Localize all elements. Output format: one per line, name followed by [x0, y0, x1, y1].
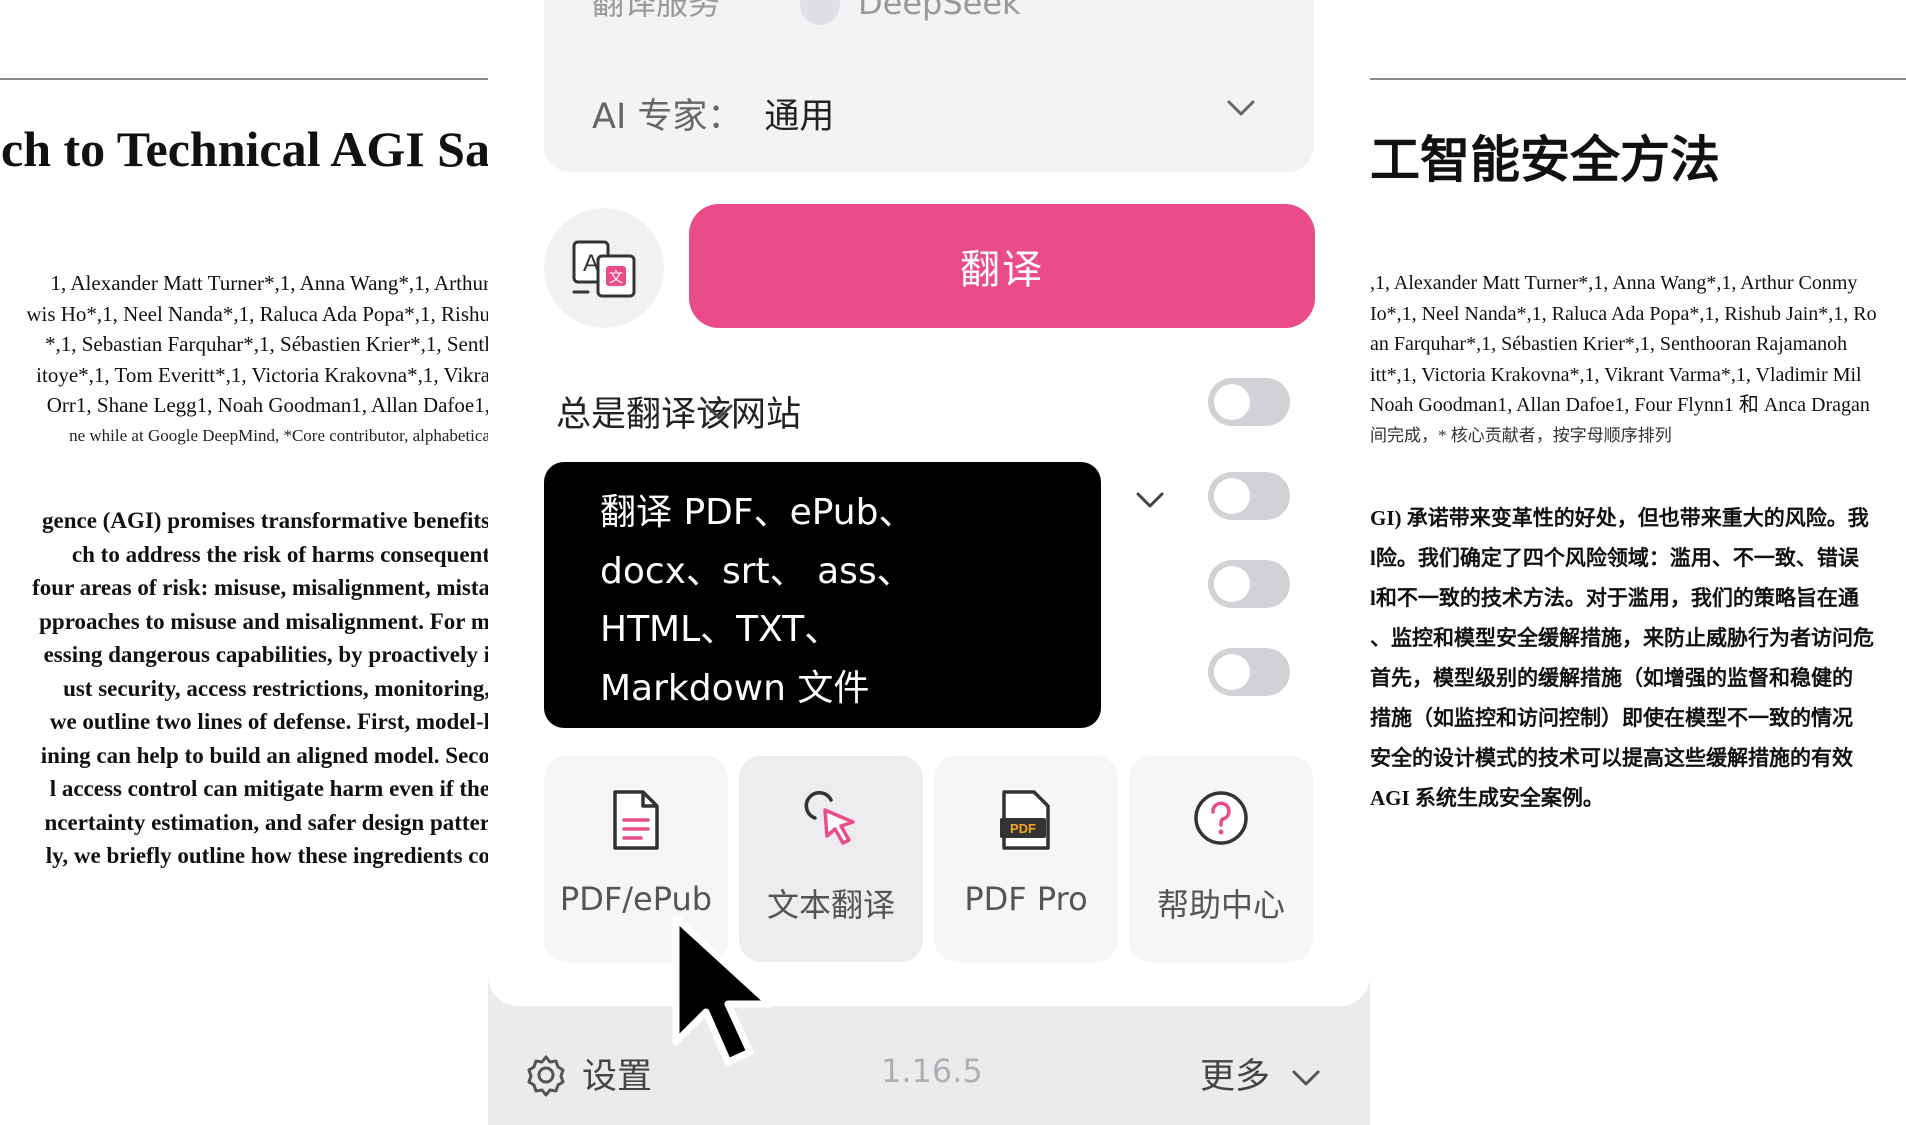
abstract-line: l和不一致的技术方法。对于滥用，我们的策略旨在通: [1370, 586, 1859, 610]
settings-label: 设置: [582, 1057, 653, 1097]
pdf-icon: PDF: [1000, 790, 1050, 850]
service-value: DeepSeek: [858, 0, 1021, 22]
translation-service-row[interactable]: 翻译服务 DeepSeek: [592, 0, 1021, 25]
more-button[interactable]: 更多: [1200, 1048, 1321, 1099]
header-rule: [1370, 78, 1906, 80]
help-center-button[interactable]: 帮助中心: [1129, 756, 1313, 962]
translate-language-icon: A 文: [572, 240, 636, 298]
tooltip-line: HTML、TXT、: [600, 609, 841, 650]
popup-main: 翻译服务 DeepSeek AI 专家： 通用 A 文 翻译 总是翻译该网站 翻…: [488, 0, 1370, 1006]
abstract-line: AGI 系统生成安全案例。: [1370, 786, 1604, 810]
author-line: *,1, Sebastian Farquhar*,1, Sébastien Kr…: [45, 332, 490, 356]
document-left-pane: ch to Technical AGI Sa 1, Alexander Matt…: [0, 0, 490, 1125]
tooltip-line: docx、srt、 ass、: [600, 550, 913, 592]
translator-popup: 翻译服务 DeepSeek AI 专家： 通用 A 文 翻译 总是翻译该网站 翻…: [488, 0, 1370, 1125]
expert-label: AI 专家：: [592, 97, 743, 137]
abstract-line: l access control can mitigate harm even …: [49, 776, 490, 801]
mouse-cursor-icon: [672, 914, 774, 1066]
pdf-pro-button[interactable]: PDF PDF Pro: [934, 756, 1118, 962]
author-line: ,1, Alexander Matt Turner*,1, Anna Wang*…: [1370, 272, 1858, 294]
abstract-line: we outline two lines of defense. First, …: [49, 709, 490, 734]
author-line: Io*,1, Neel Nanda*,1, Raluca Ada Popa*,1…: [1370, 302, 1877, 325]
abstract-line: pproaches to misuse and misalignment. Fo…: [39, 608, 490, 634]
expert-value: 通用: [764, 97, 835, 137]
abstract-line: 措施（如监控和访问控制）即使在模型不一致的情况: [1370, 706, 1853, 730]
translate-button[interactable]: 翻译: [689, 204, 1315, 328]
help-icon: [1194, 791, 1248, 845]
abstract-line: four areas of risk: misuse, misalignment…: [32, 575, 490, 600]
tool-label: PDF Pro: [964, 880, 1088, 918]
author-note: 间完成，* 核心贡献者，按字母顺序排列: [1370, 425, 1672, 445]
always-translate-label: 总是翻译该网站: [556, 395, 802, 435]
abstract-line: 、监控和模型安全缓解措施，来防止威胁行为者访问危: [1370, 626, 1874, 650]
tooltip-line: Markdown 文件: [600, 667, 870, 709]
author-line: wis Ho*,1, Neel Nanda*,1, Raluca Ada Pop…: [26, 301, 490, 326]
svg-text:文: 文: [609, 270, 623, 286]
option-toggle[interactable]: [1208, 560, 1290, 608]
tools-row: PDF/ePub 文本翻译 PDF PDF Pro 帮助中心: [544, 756, 1314, 962]
version-label: 1.16.5: [881, 1052, 983, 1090]
author-list: 1, Alexander Matt Turner*,1, Anna Wang*,…: [26, 268, 490, 451]
author-line: Noah Goodman1, Allan Dafoe1, Four Flynn1…: [1370, 394, 1870, 416]
file-types-tooltip: 翻译 PDF、ePub、 docx、srt、 ass、 HTML、TXT、 Ma…: [544, 462, 1101, 728]
always-translate-select[interactable]: 总是翻译该网站: [556, 386, 801, 437]
author-line: Orr1, Shane Legg1, Noah Goodman1, Allan …: [46, 393, 490, 417]
popup-footer: 设置 1.16.5 更多: [488, 1006, 1370, 1125]
chevron-down-icon[interactable]: [1226, 98, 1256, 118]
abstract-line: ust security, access restrictions, monit…: [63, 675, 490, 701]
author-line: itoye*,1, Tom Everitt*,1, Victoria Krako…: [36, 362, 490, 387]
option-toggle[interactable]: [1208, 472, 1290, 520]
header-rule: [0, 78, 490, 80]
svg-text:PDF: PDF: [1010, 821, 1036, 836]
service-label: 翻译服务: [592, 0, 721, 22]
abstract: gence (AGI) promises transformative bene…: [32, 504, 490, 873]
settings-button[interactable]: 设置: [524, 1048, 652, 1099]
ai-expert-select[interactable]: AI 专家： 通用: [592, 88, 834, 139]
abstract-line: ncertainty estimation, and safer design …: [44, 809, 490, 835]
chevron-down-icon[interactable]: [704, 402, 734, 422]
chevron-down-icon[interactable]: [1135, 490, 1165, 510]
author-line: itt*,1, Victoria Krakovna*,1, Vikrant Va…: [1370, 363, 1862, 386]
abstract-line: essing dangerous capabilities, by proact…: [43, 642, 490, 667]
abstract-line: GI) 承诺带来变革性的好处，但也带来重大的风险。我: [1370, 506, 1869, 530]
paper-title: ch to Technical AGI Sa: [1, 121, 490, 177]
translated-title: 工智能安全方法: [1370, 132, 1720, 188]
more-label: 更多: [1200, 1057, 1271, 1097]
author-list: ,1, Alexander Matt Turner*,1, Anna Wang*…: [1370, 268, 1877, 451]
document-icon: [613, 790, 659, 850]
tool-label: 帮助中心: [1156, 886, 1285, 924]
abstract-line: ining can help to build an aligned model…: [40, 742, 490, 768]
author-note: ne while at Google DeepMind, *Core contr…: [69, 425, 490, 445]
option-toggle[interactable]: [1208, 648, 1290, 696]
abstract-line: 首先，模型级别的缓解措施（如增强的监督和稳健的: [1370, 666, 1853, 690]
abstract-line: ch to address the risk of harms conseque…: [71, 541, 490, 567]
abstract-line: l险。我们确定了四个风险领域：滥用、不一致、错误: [1370, 546, 1859, 570]
abstract-line: ly, we briefly outline how these ingredi…: [45, 843, 490, 868]
settings-card: 翻译服务 DeepSeek AI 专家： 通用: [544, 0, 1314, 172]
always-translate-toggle[interactable]: [1208, 378, 1290, 426]
tooltip-line: 翻译 PDF、ePub、: [600, 492, 915, 533]
author-line: 1, Alexander Matt Turner*,1, Anna Wang*,…: [50, 271, 490, 295]
abstract-line: gence (AGI) promises transformative bene…: [42, 508, 490, 533]
gear-icon: [527, 1055, 565, 1097]
author-line: an Farquhar*,1, Sébastien Krier*,1, Sent…: [1370, 333, 1848, 355]
service-logo-icon: [800, 0, 841, 25]
chevron-down-icon: [1292, 1070, 1320, 1086]
cursor-select-icon: [804, 791, 855, 845]
document-right-pane: 工智能安全方法 ,1, Alexander Matt Turner*,1, An…: [1370, 0, 1906, 1125]
language-swap-button[interactable]: A 文: [544, 208, 664, 328]
translate-row: A 文 翻译: [544, 204, 1315, 328]
abstract: GI) 承诺带来变革性的好处，但也带来重大的风险。我 l险。我们确定了四个风险领…: [1370, 498, 1874, 818]
abstract-line: 安全的设计模式的技术可以提高这些缓解措施的有效: [1370, 746, 1853, 770]
